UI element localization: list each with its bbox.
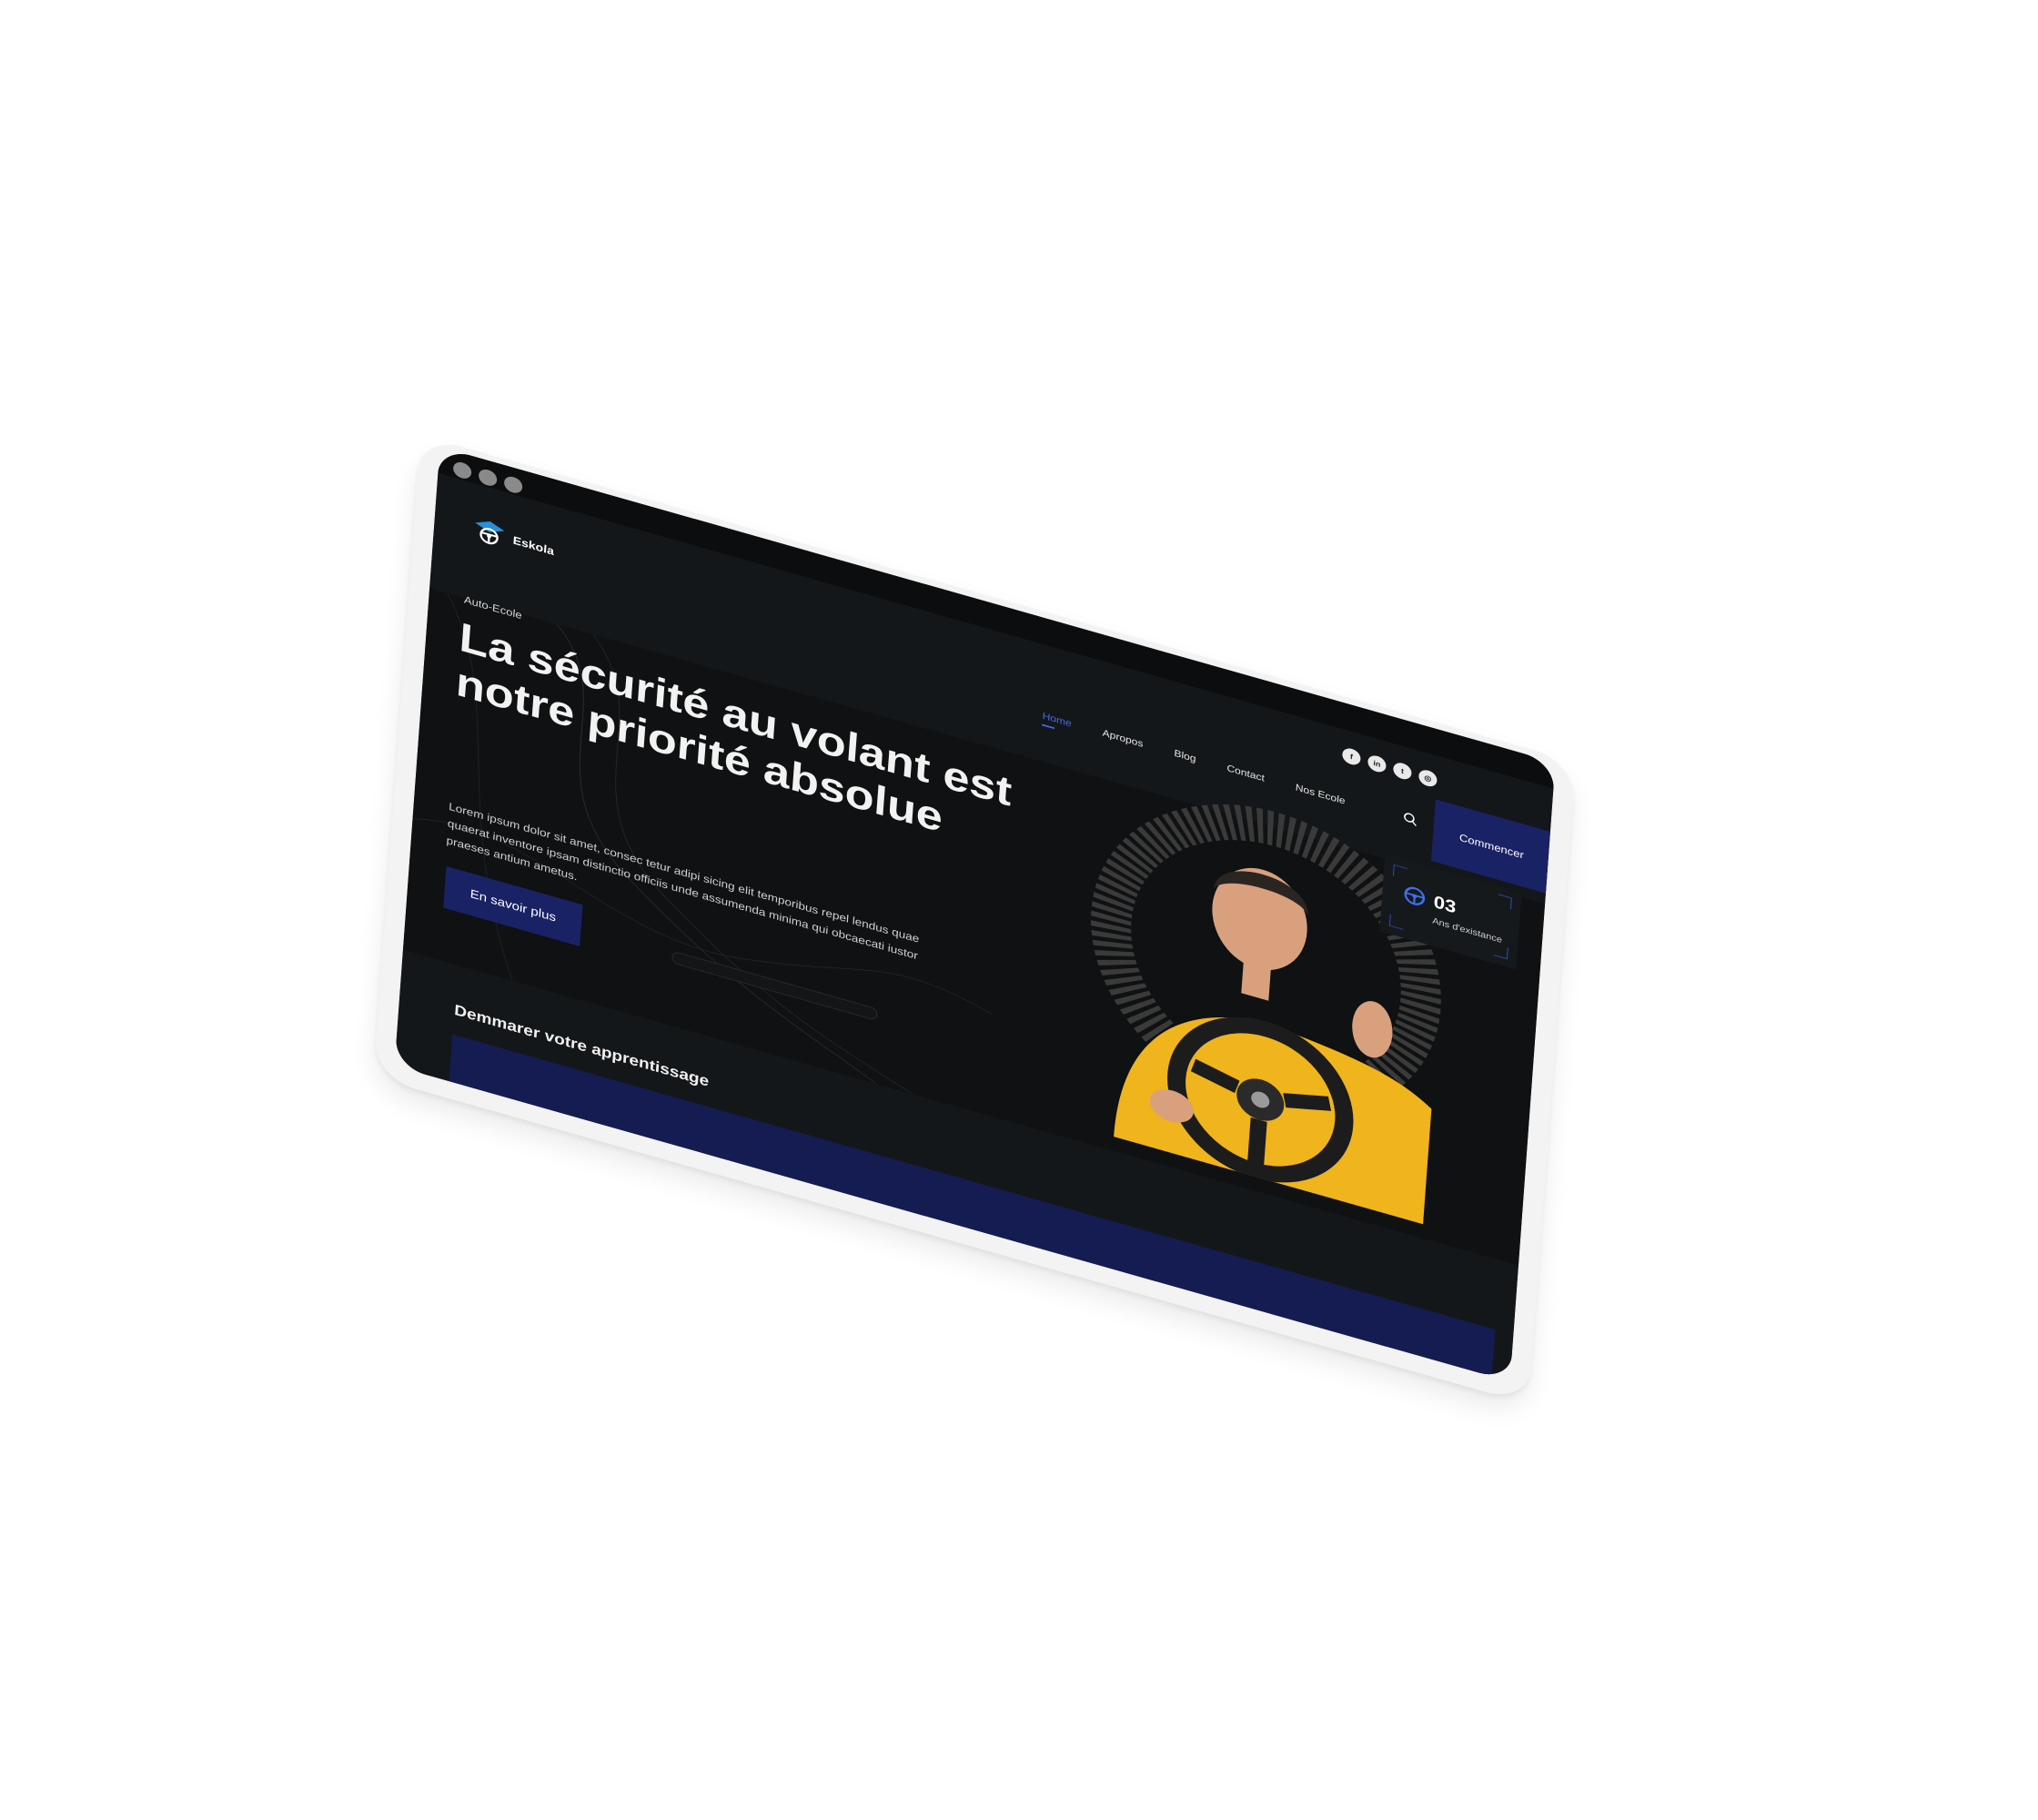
nav-item-nos-ecole[interactable]: Nos Ecole — [1295, 782, 1346, 806]
nav-item-contact[interactable]: Contact — [1226, 763, 1265, 784]
corner-decoration — [1497, 894, 1512, 910]
nav-item-apropos[interactable]: Apropos — [1102, 727, 1144, 749]
linkedin-icon[interactable]: in — [1367, 753, 1387, 774]
stat-label: Ans d'existance — [1431, 915, 1503, 945]
brand-name: Eskola — [512, 533, 555, 558]
tablet-device: Eskola f in t ◎ Home Apropos Blog Contac… — [373, 435, 1577, 1404]
steering-wheel-icon — [1404, 886, 1426, 905]
brand-logo[interactable]: Eskola — [470, 512, 556, 567]
corner-decoration — [1493, 944, 1508, 960]
instagram-icon[interactable]: ◎ — [1418, 767, 1438, 789]
nav-item-home[interactable]: Home — [1042, 710, 1072, 729]
browser-screen: Eskola f in t ◎ Home Apropos Blog Contac… — [394, 446, 1556, 1382]
stat-value: 03 — [1433, 891, 1458, 917]
graduation-wheel-icon — [475, 521, 505, 545]
nav-item-blog[interactable]: Blog — [1174, 747, 1196, 764]
twitter-icon[interactable]: t — [1392, 761, 1413, 782]
search-icon[interactable] — [1402, 811, 1418, 827]
corner-decoration — [1392, 864, 1407, 880]
facebook-icon[interactable]: f — [1341, 746, 1362, 767]
corner-decoration — [1388, 914, 1404, 930]
social-links: f in t ◎ — [1341, 746, 1438, 789]
